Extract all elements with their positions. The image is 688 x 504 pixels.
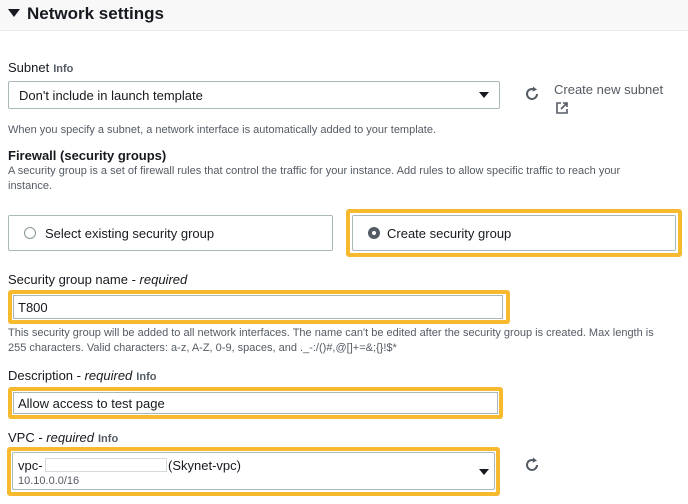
sg-name-hint-line1: This security group will be added to all… bbox=[8, 327, 654, 339]
highlight-description bbox=[8, 387, 503, 419]
refresh-icon[interactable] bbox=[523, 85, 541, 103]
required-tag: required bbox=[84, 368, 133, 383]
caret-down-icon[interactable] bbox=[8, 9, 20, 17]
firewall-description-line2: instance. bbox=[8, 180, 53, 192]
sg-name-label-text: Security group name - bbox=[8, 272, 136, 287]
firewall-description-line1: A security group is a set of firewall ru… bbox=[8, 165, 621, 177]
sg-name-label: Security group name - required bbox=[8, 272, 187, 287]
description-info-link[interactable]: Info bbox=[136, 371, 156, 383]
refresh-icon[interactable] bbox=[523, 456, 541, 474]
vpc-label-text: VPC - bbox=[8, 430, 43, 445]
sg-name-hint-line2: 255 characters. Valid characters: a-z, A… bbox=[8, 342, 397, 354]
radio-label: Select existing security group bbox=[45, 226, 215, 241]
subnet-label: Subnet Info bbox=[8, 60, 73, 75]
vpc-info-link[interactable]: Info bbox=[98, 433, 118, 445]
subnet-select[interactable]: Don't include in launch template bbox=[8, 81, 500, 109]
subnet-select-value: Don't include in launch template bbox=[19, 88, 203, 103]
highlight-vpc bbox=[7, 447, 500, 496]
subnet-info-link[interactable]: Info bbox=[53, 63, 73, 75]
radio-select-existing-sg[interactable]: Select existing security group bbox=[8, 215, 333, 251]
dropdown-arrow-icon bbox=[479, 92, 489, 98]
subnet-hint: When you specify a subnet, a network int… bbox=[8, 124, 437, 136]
highlight-create-sg bbox=[346, 209, 682, 257]
description-label: Description - required Info bbox=[8, 368, 156, 383]
required-tag: required bbox=[46, 430, 94, 445]
radio-button[interactable] bbox=[24, 227, 36, 239]
subnet-label-text: Subnet bbox=[8, 60, 50, 75]
create-new-subnet-link[interactable]: Create new subnet bbox=[554, 82, 663, 97]
vpc-label: VPC - required Info bbox=[8, 430, 118, 445]
description-label-text: Description - bbox=[8, 368, 81, 383]
required-tag: required bbox=[139, 272, 188, 287]
highlight-sg-name bbox=[8, 290, 510, 324]
external-link-icon[interactable] bbox=[555, 101, 569, 115]
section-title: Network settings bbox=[27, 4, 164, 23]
firewall-heading: Firewall (security groups) bbox=[8, 148, 167, 163]
